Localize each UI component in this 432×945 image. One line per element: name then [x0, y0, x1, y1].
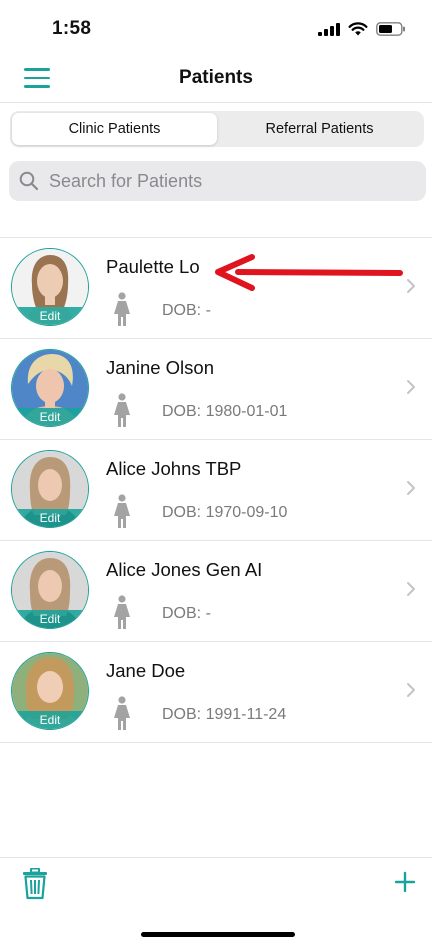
patient-name: Paulette Lo [106, 256, 200, 277]
patient-type-segmented-control: Clinic Patients Referral Patients [10, 111, 424, 147]
search-bar [9, 161, 426, 201]
patient-row[interactable]: Edit Jane Doe DOB: 1991-11-24 [0, 642, 432, 743]
patient-row[interactable]: Edit Alice Jones Gen AI DOB: - [0, 541, 432, 642]
patient-list: Edit Paulette Lo DOB: - Edit Janine Olso… [0, 237, 432, 743]
edit-avatar-label[interactable]: Edit [12, 408, 88, 426]
cellular-signal-icon [318, 22, 340, 36]
wifi-icon [348, 22, 368, 36]
search-input[interactable] [47, 169, 411, 193]
tab-clinic-patients[interactable]: Clinic Patients [12, 113, 217, 145]
female-icon [114, 696, 130, 730]
patient-name: Alice Johns TBP [106, 458, 242, 479]
patient-avatar[interactable]: Edit [11, 450, 89, 528]
patient-dob: DOB: - [162, 605, 211, 622]
battery-icon [376, 22, 405, 36]
chevron-right-icon [407, 582, 415, 596]
chevron-right-icon [407, 683, 415, 697]
patient-avatar[interactable]: Edit [11, 349, 89, 427]
female-icon [114, 292, 130, 326]
chevron-right-icon [407, 279, 415, 293]
tab-referral-patients[interactable]: Referral Patients [217, 113, 422, 145]
patient-avatar[interactable]: Edit [11, 248, 89, 326]
status-time: 1:58 [52, 18, 92, 39]
edit-avatar-label[interactable]: Edit [12, 610, 88, 628]
edit-avatar-label[interactable]: Edit [12, 509, 88, 527]
plus-icon[interactable] [394, 871, 416, 893]
home-indicator [141, 932, 295, 937]
edit-avatar-label[interactable]: Edit [12, 307, 88, 325]
patient-dob: DOB: 1991-11-24 [162, 706, 287, 723]
annotation-arrow-icon [215, 254, 403, 291]
patient-name: Jane Doe [106, 660, 186, 681]
patient-row[interactable]: Edit Alice Johns TBP DOB: 1970-09-10 [0, 440, 432, 541]
chevron-right-icon [407, 481, 415, 495]
patient-avatar[interactable]: Edit [11, 652, 89, 730]
female-icon [114, 393, 130, 427]
nav-bar: Patients [0, 56, 432, 103]
bottom-toolbar [0, 857, 432, 945]
patient-name: Alice Jones Gen AI [106, 559, 263, 580]
edit-avatar-label[interactable]: Edit [12, 711, 88, 729]
patient-row[interactable]: Edit Janine Olson DOB: 1980-01-01 [0, 339, 432, 440]
search-icon [19, 171, 39, 191]
trash-icon[interactable] [22, 868, 48, 900]
page-title: Patients [179, 67, 253, 88]
chevron-right-icon [407, 380, 415, 394]
patient-dob: DOB: 1970-09-10 [162, 504, 288, 521]
female-icon [114, 494, 130, 528]
status-icons [318, 22, 406, 36]
patient-name: Janine Olson [106, 357, 214, 378]
patient-dob: DOB: 1980-01-01 [162, 403, 288, 420]
status-bar: 1:58 [0, 0, 432, 56]
patient-dob: DOB: - [162, 302, 211, 319]
patient-avatar[interactable]: Edit [11, 551, 89, 629]
female-icon [114, 595, 130, 629]
